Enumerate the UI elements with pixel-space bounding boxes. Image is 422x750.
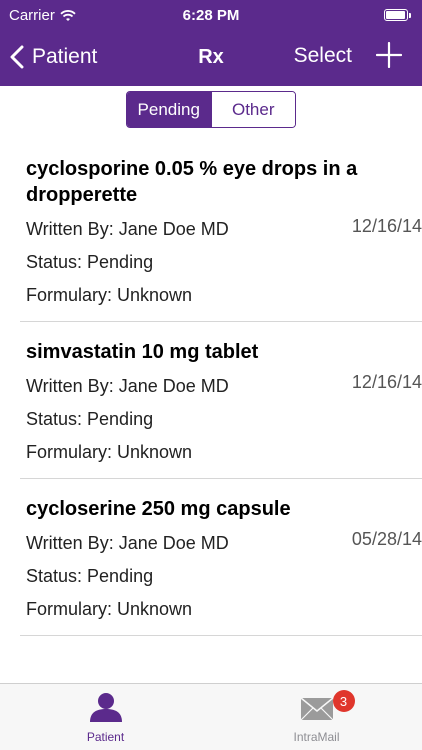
status-bar: Carrier 6:28 PM bbox=[0, 0, 422, 32]
select-button[interactable]: Select bbox=[294, 44, 352, 68]
rx-formulary: Formulary: Unknown bbox=[26, 599, 193, 619]
envelope-icon bbox=[300, 697, 333, 721]
rx-written-by: Written By: Jane Doe MD bbox=[26, 376, 229, 396]
battery-icon bbox=[384, 9, 412, 23]
rx-date: 05/28/14 bbox=[351, 529, 422, 549]
tab-patient[interactable]: Patient bbox=[0, 684, 211, 750]
rx-name: cycloserine 250 mg capsule bbox=[26, 498, 291, 520]
back-button-label: Patient bbox=[32, 45, 98, 68]
rx-date: 12/16/14 bbox=[351, 372, 422, 392]
add-icon[interactable] bbox=[376, 42, 402, 68]
rx-written-by: Written By: Jane Doe MD bbox=[26, 219, 229, 239]
rx-status: Status: Pending bbox=[26, 566, 154, 586]
nav-bar: Patient Rx Select bbox=[0, 32, 422, 86]
tab-intramail-label: IntraMail bbox=[293, 730, 340, 744]
rx-formulary: Formulary: Unknown bbox=[26, 442, 193, 462]
rx-formulary: Formulary: Unknown bbox=[26, 285, 193, 305]
status-time: 6:28 PM bbox=[182, 7, 240, 24]
person-icon bbox=[89, 693, 122, 722]
tab-bar: Patient 3 IntraMail bbox=[0, 683, 422, 750]
chevron-left-icon bbox=[10, 45, 24, 69]
tab-patient-label: Patient bbox=[86, 730, 125, 744]
rx-name: cyclosporine 0.05 % eye drops in a dropp… bbox=[26, 158, 358, 206]
tab-intramail[interactable]: 3 IntraMail bbox=[211, 684, 422, 750]
rx-status: Status: Pending bbox=[26, 409, 154, 429]
rx-name: simvastatin 10 mg tablet bbox=[26, 341, 259, 363]
rx-written-by: Written By: Jane Doe MD bbox=[26, 533, 229, 553]
filter-segmented-control: Pending Other bbox=[126, 91, 296, 128]
back-button[interactable]: Patient bbox=[10, 42, 97, 72]
rx-date: 12/16/14 bbox=[351, 216, 422, 236]
segment-pending[interactable]: Pending bbox=[127, 92, 211, 127]
notification-badge: 3 bbox=[332, 690, 355, 712]
segment-other[interactable]: Other bbox=[210, 92, 295, 127]
header: Carrier 6:28 PM Patient Rx Select bbox=[0, 0, 422, 86]
rx-list-item[interactable]: simvastatin 10 mg tablet Written By: Jan… bbox=[20, 322, 422, 479]
rx-status: Status: Pending bbox=[26, 252, 154, 272]
rx-list: cyclosporine 0.05 % eye drops in a dropp… bbox=[0, 146, 422, 636]
rx-list-item[interactable]: cycloserine 250 mg capsule Written By: J… bbox=[20, 479, 422, 636]
rx-list-item[interactable]: cyclosporine 0.05 % eye drops in a dropp… bbox=[20, 146, 422, 322]
